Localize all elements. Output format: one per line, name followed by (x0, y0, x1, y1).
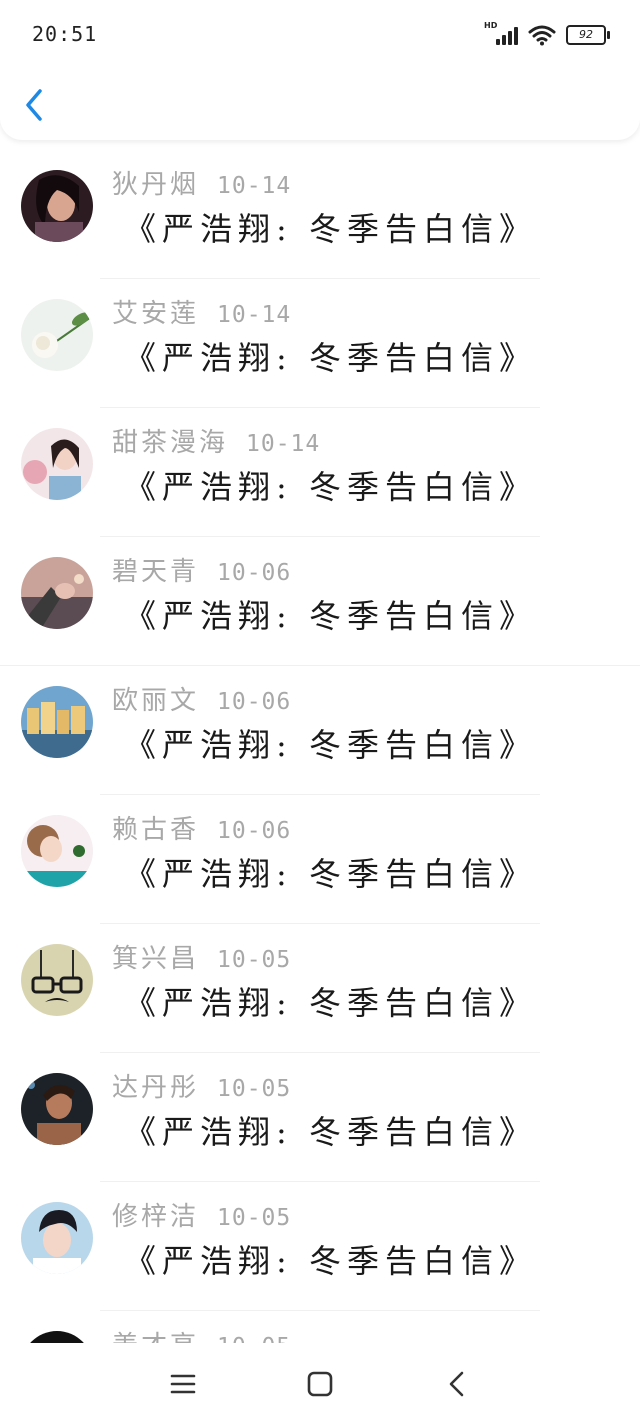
status-icons: HD 92 (484, 21, 610, 46)
message-text: 《严浩翔: 冬季告白信》 (124, 726, 537, 764)
message-meta: 姜才高 10-05 (112, 1325, 291, 1343)
back-triangle-icon[interactable] (440, 1367, 474, 1401)
top-app-bar: 20:51 HD 92 (0, 0, 640, 140)
menu-icon[interactable] (166, 1367, 200, 1401)
message-date: 10-06 (217, 689, 292, 715)
message-meta: 欧丽文 10-06 (112, 680, 291, 717)
message-date: 10-05 (217, 1334, 291, 1343)
sender-name: 赖古香 (112, 815, 200, 845)
avatar (21, 1073, 93, 1145)
message-text: 《严浩翔: 冬季告白信》 (124, 468, 537, 506)
message-meta: 艾安莲 10-14 (112, 293, 291, 330)
sender-name: 达丹彤 (112, 1073, 200, 1103)
avatar (21, 815, 93, 887)
message-meta: 箕兴昌 10-05 (112, 938, 291, 975)
sender-name: 狄丹烟 (112, 170, 200, 200)
list-item[interactable]: 艾安莲 10-14 《严浩翔: 冬季告白信》 (0, 279, 640, 408)
sender-name: 甜茶漫海 (112, 428, 229, 458)
message-meta: 赖古香 10-06 (112, 809, 291, 846)
cellular-signal-icon: HD (484, 21, 518, 45)
list-item[interactable]: 箕兴昌 10-05 《严浩翔: 冬季告白信》 (0, 924, 640, 1053)
home-square-icon[interactable] (303, 1367, 337, 1401)
sender-name: 艾安莲 (112, 299, 200, 329)
message-date: 10-14 (217, 173, 292, 199)
message-text: 《严浩翔: 冬季告白信》 (124, 339, 537, 377)
message-list: 狄丹烟 10-14 《严浩翔: 冬季告白信》 艾安莲 10-14 《严浩翔: 冬季告… (0, 150, 640, 1343)
status-time: 20:51 (32, 22, 98, 46)
message-meta: 碧天青 10-06 (112, 551, 291, 588)
avatar (21, 1331, 93, 1343)
message-meta: 狄丹烟 10-14 (112, 164, 291, 201)
system-nav-bar (0, 1343, 640, 1423)
message-text: 《严浩翔: 冬季告白信》 (124, 984, 537, 1022)
wifi-icon (528, 25, 556, 46)
message-meta: 甜茶漫海 10-14 (112, 422, 320, 459)
message-text: 《严浩翔: 冬季告白信》 (124, 210, 537, 248)
sender-name: 碧天青 (112, 557, 200, 587)
message-text: 《严浩翔: 冬季告白信》 (124, 1242, 537, 1280)
list-item[interactable]: 狄丹烟 10-14 《严浩翔: 冬季告白信》 (0, 150, 640, 279)
list-item[interactable]: 达丹彤 10-05 《严浩翔: 冬季告白信》 (0, 1053, 640, 1182)
avatar (21, 428, 93, 500)
network-type-label: HD (484, 21, 498, 30)
avatar (21, 299, 93, 371)
message-date: 10-05 (217, 1076, 292, 1102)
message-date: 10-14 (246, 431, 321, 457)
list-item[interactable]: 姜才高 10-05 (0, 1311, 640, 1343)
list-item[interactable]: 甜茶漫海 10-14 《严浩翔: 冬季告白信》 (0, 408, 640, 537)
message-date: 10-06 (217, 818, 292, 844)
avatar (21, 944, 93, 1016)
message-text: 《严浩翔: 冬季告白信》 (124, 1113, 537, 1151)
list-item[interactable]: 修梓洁 10-05 《严浩翔: 冬季告白信》 (0, 1182, 640, 1311)
list-item[interactable]: 赖古香 10-06 《严浩翔: 冬季告白信》 (0, 795, 640, 924)
chevron-left-icon[interactable] (20, 86, 50, 124)
list-item[interactable]: 欧丽文 10-06 《严浩翔: 冬季告白信》 (0, 666, 640, 795)
sender-name: 修梓洁 (112, 1202, 200, 1232)
message-date: 10-05 (217, 1205, 292, 1231)
message-date: 10-05 (217, 947, 292, 973)
avatar (21, 170, 93, 242)
avatar (21, 686, 93, 758)
message-date: 10-06 (217, 560, 292, 586)
avatar (21, 1202, 93, 1274)
message-meta: 修梓洁 10-05 (112, 1196, 291, 1233)
message-text: 《严浩翔: 冬季告白信》 (124, 597, 537, 635)
sender-name: 欧丽文 (112, 686, 200, 716)
sender-name: 箕兴昌 (112, 944, 200, 974)
message-meta: 达丹彤 10-05 (112, 1067, 291, 1104)
message-date: 10-14 (217, 302, 292, 328)
battery-icon: 92 (566, 25, 610, 45)
avatar (21, 557, 93, 629)
sender-name: 姜才高 (112, 1331, 199, 1343)
list-item[interactable]: 碧天青 10-06 《严浩翔: 冬季告白信》 (0, 537, 640, 666)
message-text: 《严浩翔: 冬季告白信》 (124, 855, 537, 893)
